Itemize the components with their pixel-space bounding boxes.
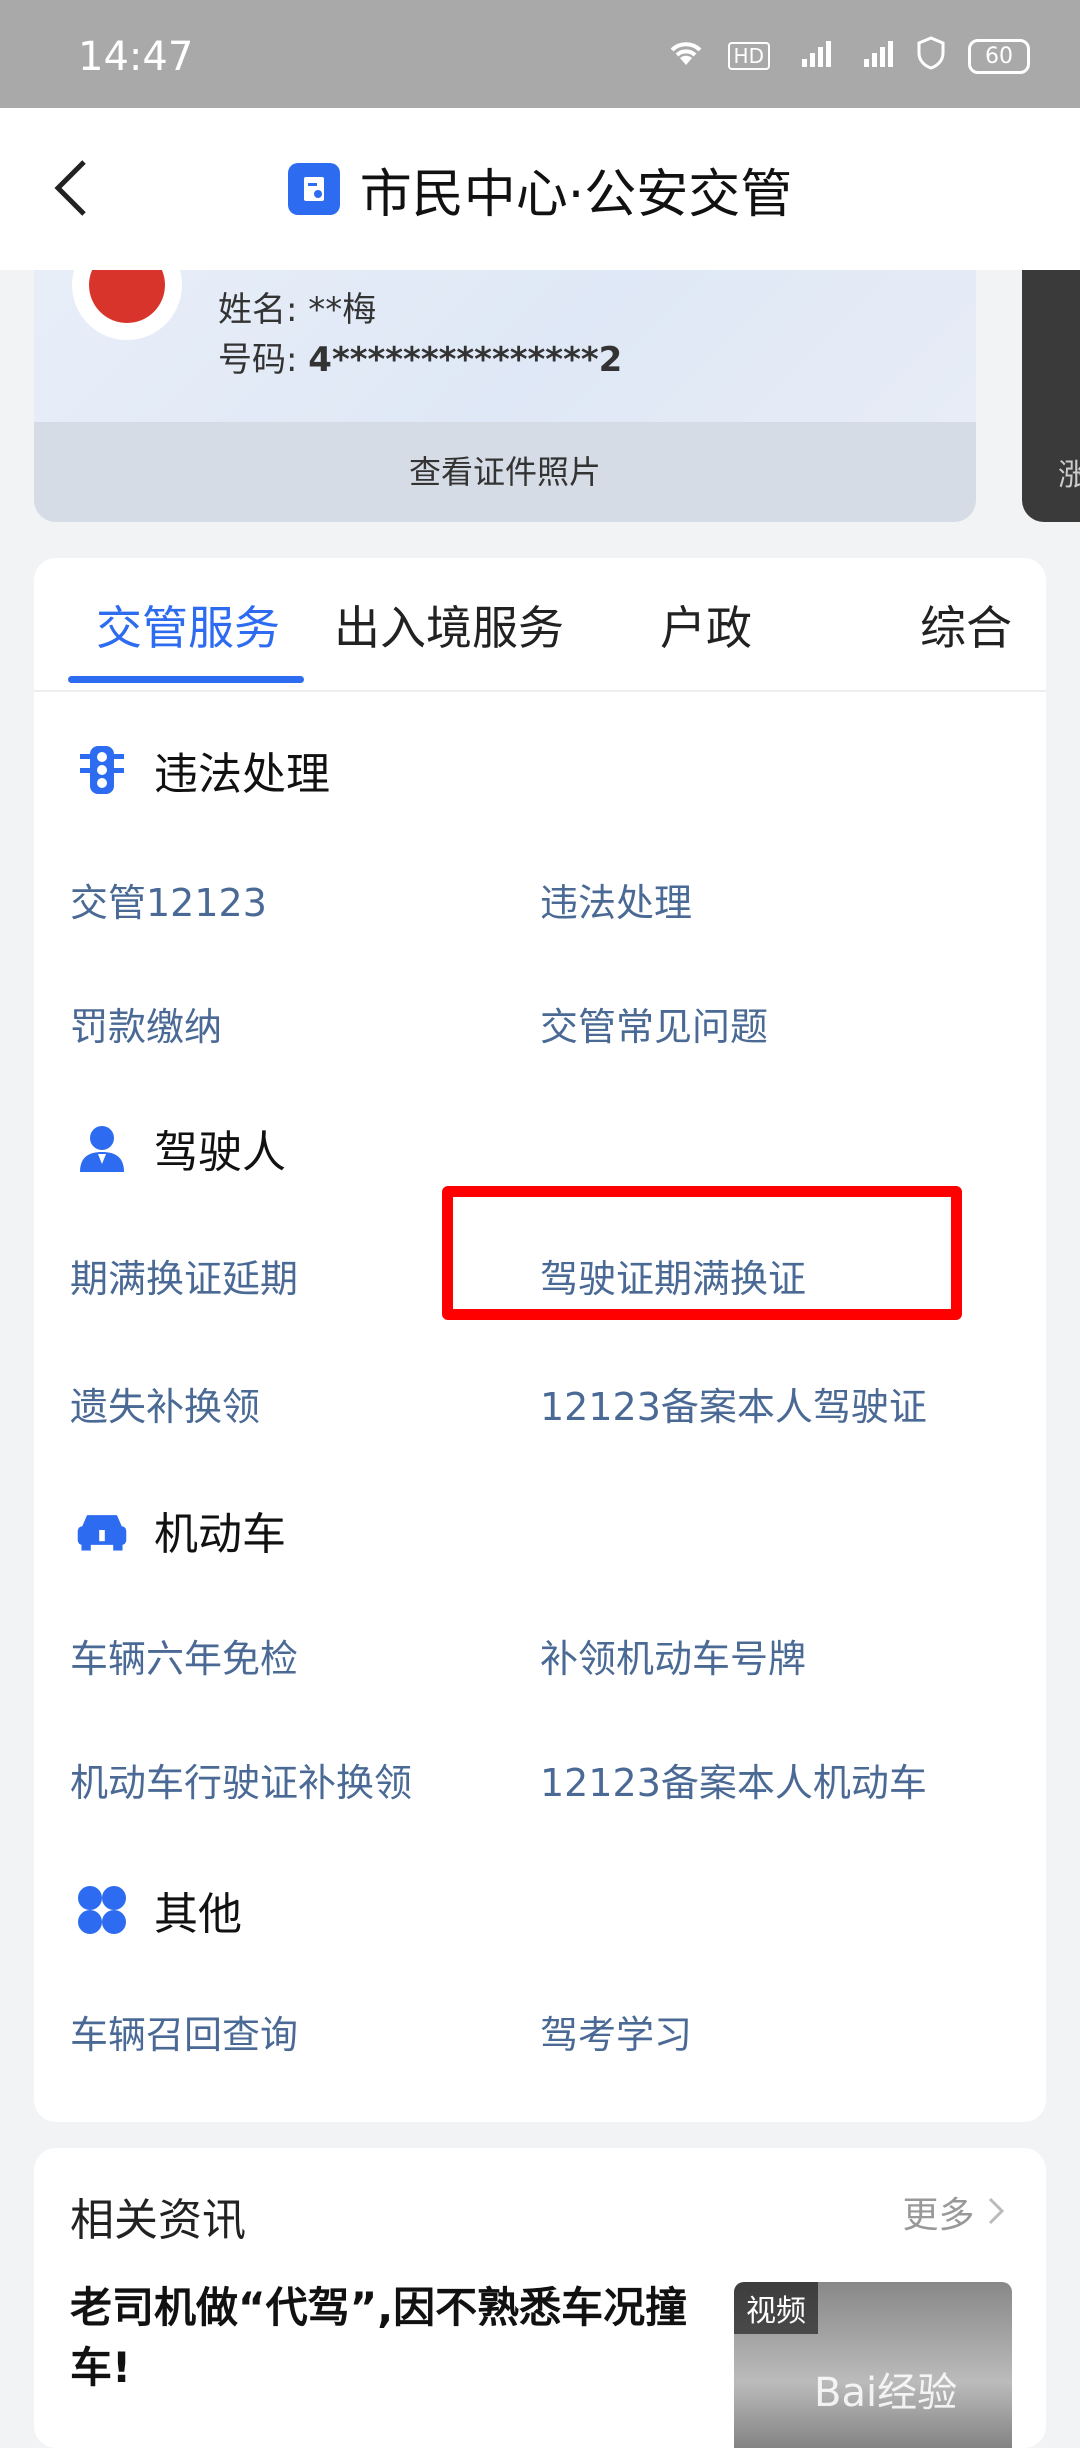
next-card[interactable]: 涨 xyxy=(1022,270,1080,522)
shield-icon xyxy=(916,36,946,76)
name-value: **梅 xyxy=(308,290,377,330)
news-headline[interactable]: 老司机做“代驾”,因不熟悉车况撞车! xyxy=(70,2278,690,2398)
title-wrap: 市民中心·公安交管 xyxy=(287,152,793,227)
tab-bar: 交管服务 出入境服务 户政 综合 xyxy=(34,558,1046,692)
view-photo-button[interactable]: 查看证件照片 xyxy=(34,422,976,522)
link-registration-replacement[interactable]: 机动车行驶证补换领 xyxy=(70,1752,412,1807)
status-time: 14:47 xyxy=(78,34,194,80)
back-button[interactable] xyxy=(50,158,90,224)
more-label: 更多 xyxy=(902,2195,975,2236)
link-six-year-exemption[interactable]: 车辆六年免检 xyxy=(70,1628,298,1683)
section-driver-header: 驾驶人 xyxy=(74,1116,286,1180)
link-vehicle-recall[interactable]: 车辆召回查询 xyxy=(70,2004,298,2059)
link-jiaoguan-12123[interactable]: 交管12123 xyxy=(70,872,267,927)
tab-comprehensive[interactable]: 综合 xyxy=(920,592,1012,658)
id-number-line: 号码: 4***************2 xyxy=(218,332,622,381)
news-panel: 相关资讯 更多 老司机做“代驾”,因不熟悉车况撞车! 视频 Bai经验 xyxy=(34,2148,1046,2448)
next-card-text: 涨 xyxy=(1058,458,1080,493)
link-lost-replacement[interactable]: 遗失补换领 xyxy=(70,1376,260,1431)
page-title: 市民中心·公安交管 xyxy=(359,164,793,225)
tab-entry-exit[interactable]: 出入境服务 xyxy=(334,592,564,658)
wifi-icon xyxy=(666,37,706,75)
chevron-left-icon xyxy=(54,160,86,216)
section-violation-header: 违法处理 xyxy=(74,738,330,802)
status-bar: 14:47 HD 60 xyxy=(0,0,1080,108)
link-replace-plate[interactable]: 补领机动车号牌 xyxy=(540,1628,806,1683)
section-title: 机动车 xyxy=(154,1509,286,1560)
link-faq[interactable]: 交管常见问题 xyxy=(540,996,768,1051)
signal-4g-icon xyxy=(792,37,832,75)
link-violation-handling[interactable]: 违法处理 xyxy=(540,872,692,927)
clover-icon xyxy=(74,1882,130,1938)
document-icon xyxy=(287,163,340,215)
car-icon xyxy=(74,1502,130,1558)
highlight-box xyxy=(442,1186,962,1320)
section-title: 驾驶人 xyxy=(154,1127,286,1178)
video-tag: 视频 xyxy=(734,2282,818,2334)
link-register-vehicle[interactable]: 12123备案本人机动车 xyxy=(540,1752,927,1807)
services-panel: 交管服务 出入境服务 户政 综合 违法处理 交管12123 违法处理 罚款缴纳 … xyxy=(34,558,1046,2122)
battery-indicator: 60 xyxy=(968,38,1030,74)
id-card[interactable]: 姓名: **梅 号码: 4***************2 查看证件照片 xyxy=(34,270,976,522)
news-thumbnail[interactable]: 视频 Bai经验 xyxy=(734,2282,1012,2448)
police-emblem-icon xyxy=(72,270,182,340)
section-title: 其他 xyxy=(154,1889,242,1940)
name-label: 姓名: xyxy=(218,290,298,330)
status-icons: HD 60 xyxy=(666,36,1030,76)
tab-household[interactable]: 户政 xyxy=(660,592,752,658)
link-driving-study[interactable]: 驾考学习 xyxy=(540,2004,692,2059)
driver-icon xyxy=(74,1120,130,1176)
chevron-right-icon xyxy=(988,2197,1005,2225)
hd-icon: HD xyxy=(727,42,770,70)
app-header: 市民中心·公安交管 xyxy=(0,108,1080,270)
number-label: 号码: xyxy=(218,340,298,380)
signal-4g-icon xyxy=(854,37,894,75)
link-register-license[interactable]: 12123备案本人驾驶证 xyxy=(540,1376,927,1431)
id-name-line: 姓名: **梅 xyxy=(218,282,376,331)
traffic-light-icon xyxy=(74,742,130,798)
news-more-link[interactable]: 更多 xyxy=(903,2186,1006,2238)
tab-traffic-services[interactable]: 交管服务 xyxy=(96,592,280,658)
tab-active-indicator xyxy=(68,676,304,683)
section-other-header: 其他 xyxy=(74,1878,242,1942)
section-title: 违法处理 xyxy=(154,749,330,800)
number-value: 4***************2 xyxy=(308,340,623,380)
link-renewal-extension[interactable]: 期满换证延期 xyxy=(70,1248,298,1303)
link-fine-payment[interactable]: 罚款缴纳 xyxy=(70,996,222,1051)
news-section-title: 相关资讯 xyxy=(70,2195,246,2246)
watermark: Bai经验 xyxy=(814,2370,958,2416)
section-vehicle-header: 机动车 xyxy=(74,1498,286,1562)
id-card-carousel: 姓名: **梅 号码: 4***************2 查看证件照片 涨 xyxy=(0,270,1080,540)
